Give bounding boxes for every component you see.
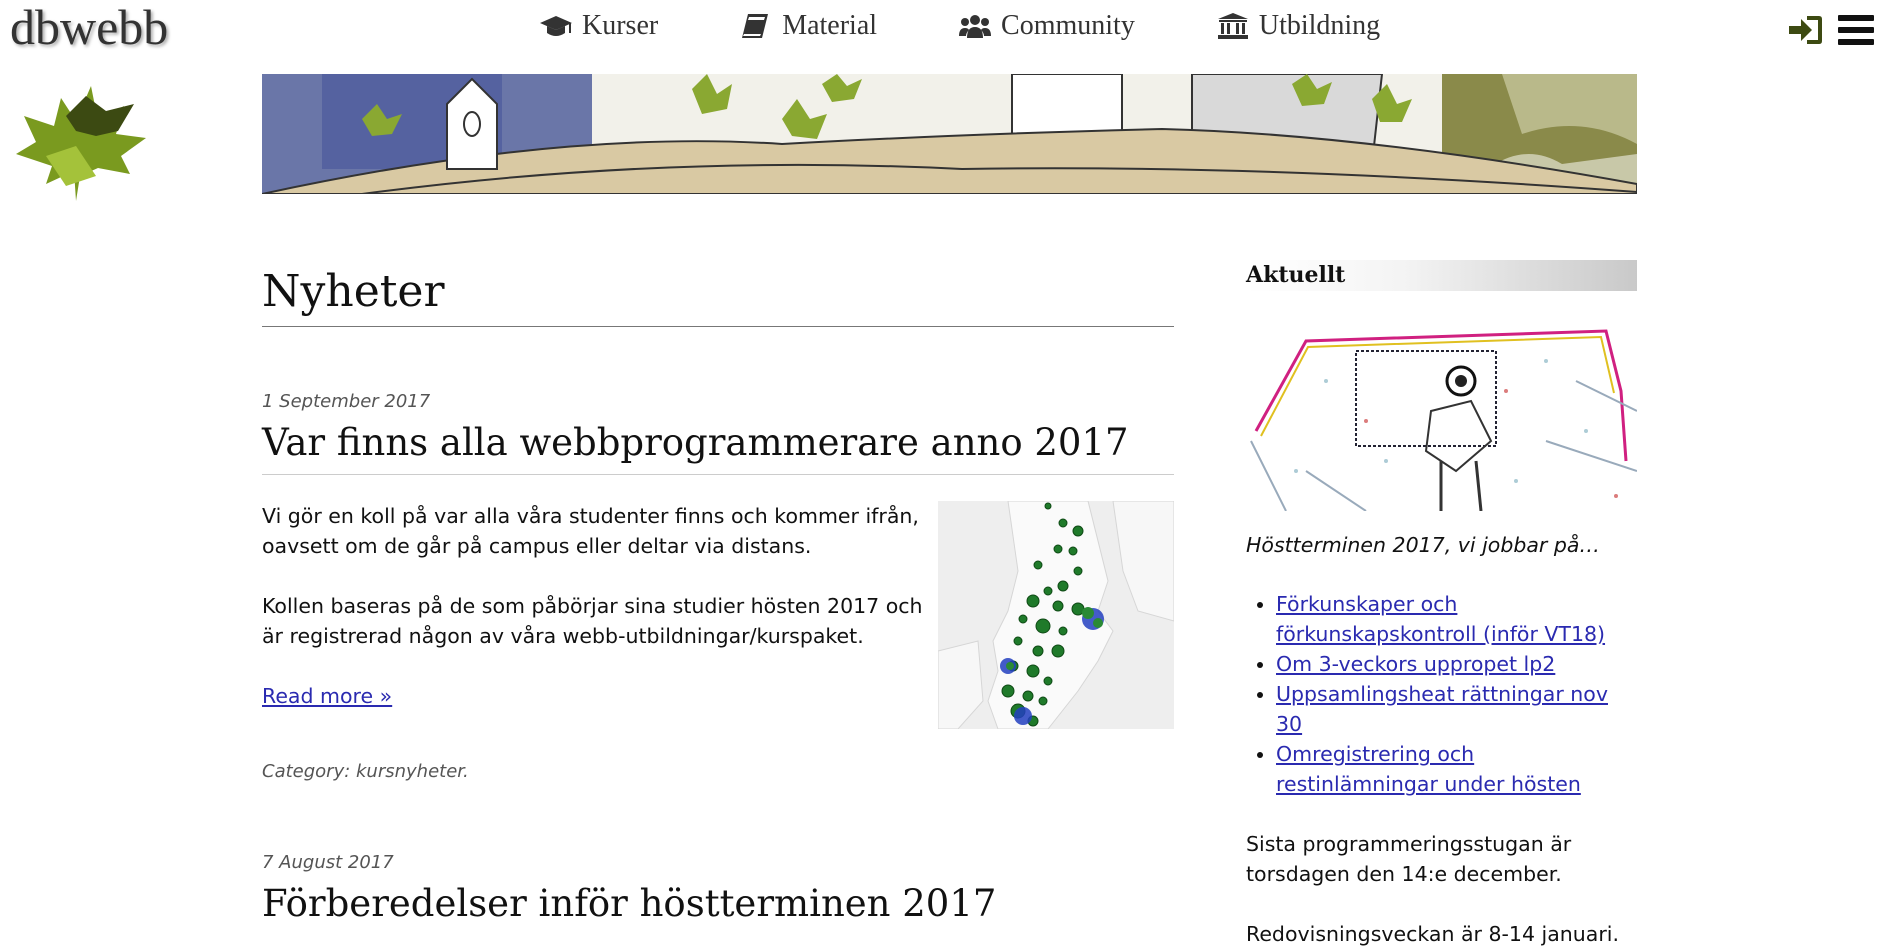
sign-in-icon[interactable] (1787, 12, 1825, 48)
users-icon (959, 15, 992, 38)
list-item: Förkunskaper och förkunskapskontroll (in… (1276, 589, 1637, 649)
sidebar-link[interactable]: Uppsamlingsheat rättningar nov 30 (1276, 682, 1608, 736)
sidebar-paragraph: Sista programmeringsstugan är torsdagen … (1246, 832, 1572, 886)
university-icon (1217, 13, 1248, 39)
sidebar-heading: Aktuellt (1246, 260, 1637, 291)
page-title: Nyheter (262, 262, 1174, 327)
sidebar-sketch-image (1246, 321, 1638, 512)
post-date: 1 September 2017 (262, 391, 431, 412)
nav-label: Community (1001, 10, 1135, 41)
maple-leaf-icon (16, 86, 146, 201)
news-post: 1 September 2017 Var finns alla webbprog… (262, 391, 1174, 782)
list-item: Uppsamlingsheat rättningar nov 30 (1276, 679, 1637, 739)
post-text: Vi gör en koll på var alla våra studente… (262, 501, 927, 711)
sidebar-link[interactable]: Om 3-veckors uppropet lp2 (1276, 652, 1555, 676)
book-icon (742, 14, 769, 38)
sidebar-link[interactable]: Förkunskaper och förkunskapskontroll (in… (1276, 592, 1605, 646)
news-main-column: Nyheter 1 September 2017 Var finns alla … (262, 262, 1174, 929)
post-body: Vi gör en koll på var alla våra studente… (262, 501, 1174, 731)
main-navigation: Kurser Material Community Utbildning (540, 6, 1462, 46)
nav-item-community[interactable]: Community (959, 6, 1135, 46)
list-item: Omregistrering och restinlämningar under… (1276, 739, 1637, 799)
read-more-link[interactable]: Read more » (262, 684, 392, 708)
list-item: Om 3-veckors uppropet lp2 (1276, 649, 1637, 679)
nav-item-utbildning[interactable]: Utbildning (1217, 6, 1380, 46)
sidebar-link-list: Förkunskaper och förkunskapskontroll (in… (1246, 589, 1637, 799)
nav-label: Material (782, 10, 878, 41)
sidebar-caption: Höstterminen 2017, vi jobbar på… (1246, 533, 1600, 557)
post-category: Category: kursnyheter. (262, 761, 469, 782)
post-paragraph: Vi gör en koll på var alla våra studente… (262, 504, 919, 558)
site-logo[interactable]: dbwebb (10, 0, 168, 56)
post-paragraph: Kollen baseras på de som påbörjar sina s… (262, 594, 923, 648)
sidebar-link[interactable]: Omregistrering och restinlämningar under… (1276, 742, 1581, 796)
nav-label: Kurser (582, 10, 659, 41)
sweden-map-image[interactable] (938, 501, 1174, 729)
nav-item-kurser[interactable]: Kurser (540, 6, 658, 46)
hamburger-menu-icon[interactable] (1838, 14, 1874, 46)
post-title[interactable]: Förberedelser inför höstterminen 2017 (262, 879, 1174, 929)
header-banner-image (262, 74, 1637, 194)
graduation-cap-icon (540, 16, 572, 36)
news-post: 7 August 2017 Förberedelser inför höstte… (262, 852, 1174, 929)
post-title[interactable]: Var finns alla webbprogrammerare anno 20… (262, 418, 1174, 475)
sidebar-paragraph: Redovisningsveckan är 8-14 januari. (1246, 922, 1619, 946)
sidebar-aktuellt: Aktuellt Höstterminen 2017, vi jobbar på… (1246, 260, 1638, 949)
nav-label: Utbildning (1258, 10, 1381, 41)
post-date: 7 August 2017 (262, 852, 394, 873)
nav-item-material[interactable]: Material (740, 6, 877, 46)
